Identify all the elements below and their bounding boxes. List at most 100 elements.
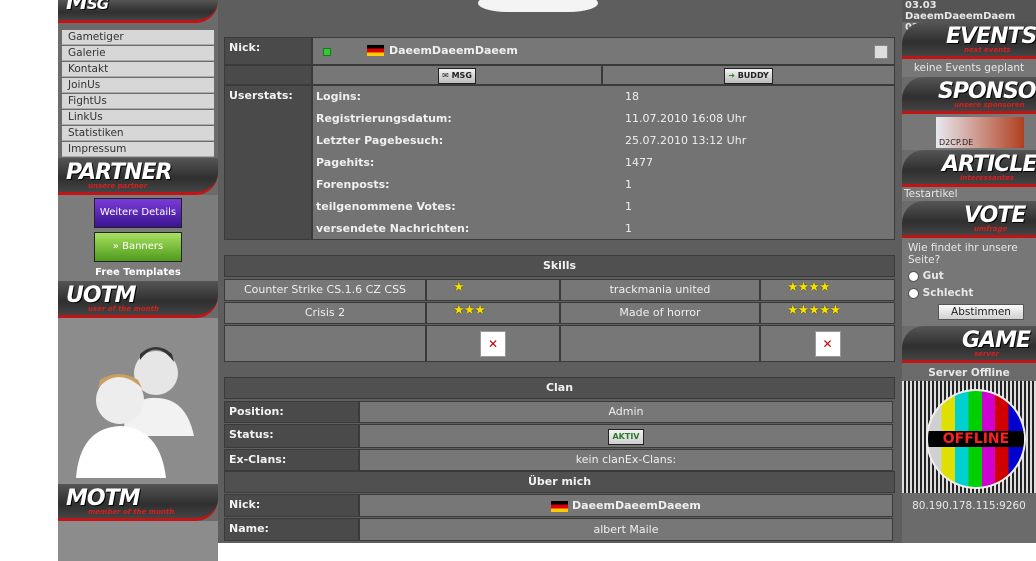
uotm-subtitle: user of the month bbox=[88, 305, 160, 313]
status-badge-label: AKTIV bbox=[612, 432, 640, 441]
stat-label: Logins: bbox=[316, 90, 361, 103]
userstats-label: Userstats: bbox=[224, 85, 312, 240]
about-name-label: Name: bbox=[224, 518, 359, 541]
partner-header: PARTNER unsere partner bbox=[58, 158, 218, 195]
stat-value: 25.07.2010 13:12 Uhr bbox=[625, 134, 747, 147]
about-nick-value: DaeemDaeemDaeem bbox=[359, 494, 893, 517]
vote-option-label: Schlecht bbox=[922, 287, 974, 299]
skill-game-3: Crisis 2 bbox=[224, 302, 426, 324]
buddy-button[interactable]: ➜ BUDDY bbox=[724, 68, 773, 84]
server-ip: 80.190.178.115:9260 bbox=[912, 500, 1026, 512]
game-subtitle: server bbox=[974, 350, 1000, 358]
events-text: keine Events geplant bbox=[902, 59, 1036, 77]
nav-item-kontakt[interactable]: Kontakt bbox=[62, 62, 214, 77]
stat-value: 1 bbox=[625, 178, 632, 191]
details-banner[interactable]: Weitere Details bbox=[94, 198, 182, 228]
stat-row: Registrierungsdatum: 11.07.2010 16:08 Uhr bbox=[313, 108, 894, 130]
server-offline-image: OFFLINE bbox=[902, 381, 1036, 493]
userstats-table: Logins: 18 Registrierungsdatum: 11.07.2010 … bbox=[312, 85, 895, 240]
stat-label: Pagehits: bbox=[316, 156, 375, 169]
banners-banner[interactable]: » Banners bbox=[94, 232, 182, 262]
motm-subtitle: member of the month bbox=[88, 508, 175, 516]
uotm-avatar[interactable] bbox=[58, 318, 218, 484]
about-name-value: albert Maile bbox=[359, 518, 893, 541]
stat-row: Forenposts: 1 bbox=[313, 174, 894, 196]
mail-icon: ✉ bbox=[442, 71, 452, 80]
nav-item-statistiken[interactable]: Statistiken bbox=[62, 126, 214, 141]
arrow-icon: ➜ bbox=[728, 71, 738, 80]
articles-subtitle: interessantes bbox=[960, 174, 1014, 182]
position-value: Admin bbox=[359, 401, 893, 423]
status-value: AKTIV bbox=[359, 424, 893, 448]
stat-value: 18 bbox=[625, 90, 639, 103]
vote-question: Wie findet ihr unsere Seite? bbox=[908, 242, 1018, 266]
nav-item-joinus[interactable]: JoinUs bbox=[62, 78, 214, 93]
status-label: Status: bbox=[224, 424, 359, 448]
stat-value: 11.07.2010 16:08 Uhr bbox=[625, 112, 747, 125]
skill-game-4: Made of horror bbox=[560, 302, 760, 324]
right-sidebar: 03.03 DaeemDaeemDaem 02.07 asdfsd EVENTS… bbox=[902, 0, 1036, 543]
partner-subtitle: unsere partner bbox=[88, 182, 148, 190]
stat-label: Registrierungsdatum: bbox=[316, 112, 452, 125]
star-icons: ★★★ bbox=[453, 303, 486, 318]
stat-label: teilgenommene Votes: bbox=[316, 200, 456, 213]
skill-game-1: Counter Strike CS.1.6 CZ CSS bbox=[224, 279, 426, 301]
stat-row: teilgenommene Votes: 1 bbox=[313, 196, 894, 218]
partner-box: Weitere Details » Banners Free Templates bbox=[58, 195, 218, 281]
motm-header: MOTM member of the month bbox=[58, 484, 218, 521]
position-label: Position: bbox=[224, 401, 359, 423]
user-avatar-icon bbox=[76, 347, 194, 478]
stat-value: 1477 bbox=[625, 156, 653, 169]
status-badge: AKTIV bbox=[608, 429, 644, 445]
skills-title: Skills bbox=[224, 255, 895, 277]
nav-item-impressum[interactable]: Impressum bbox=[62, 142, 214, 157]
buddy-button-label: BUDDY bbox=[737, 71, 769, 80]
radio-icon[interactable] bbox=[908, 270, 919, 282]
stat-value: 1 bbox=[625, 200, 632, 213]
about-title: Über mich bbox=[224, 471, 895, 493]
articles-header: ARTICLES interessantes bbox=[902, 150, 1036, 187]
left-sidebar: MSG Gametiger Galerie Kontakt JoinUs Fig… bbox=[58, 0, 218, 561]
free-templates-label: Free Templates bbox=[95, 267, 181, 278]
stat-row: Pagehits: 1477 bbox=[313, 152, 894, 174]
vote-option-gut[interactable]: Gut bbox=[908, 270, 944, 282]
vote-box: Wie findet ihr unsere Seite? Gut Schlech… bbox=[902, 238, 1036, 326]
server-status: Server Offline bbox=[928, 367, 1010, 379]
sponsor-banner[interactable]: D2CP.DE bbox=[936, 117, 1024, 148]
match-item[interactable]: 03.03 DaeemDaeemDaem bbox=[905, 0, 1033, 22]
stat-row: Letzter Pagebesuch: 25.07.2010 13:12 Uhr bbox=[313, 130, 894, 152]
events-header: EVENTS next events bbox=[902, 22, 1036, 59]
stat-label: Letzter Pagebesuch: bbox=[316, 134, 444, 147]
stat-label: Forenposts: bbox=[316, 178, 390, 191]
nav-item-fightus[interactable]: FightUs bbox=[62, 94, 214, 109]
skill-image-cell: ✕ bbox=[760, 325, 895, 362]
nick-row: DaeemDaeemDaeem bbox=[312, 37, 895, 65]
top-logo bbox=[478, 0, 598, 12]
profile-nick: DaeemDaeemDaeem bbox=[389, 44, 518, 57]
vote-submit-button[interactable]: Abstimmen bbox=[938, 304, 1024, 320]
edit-icon[interactable] bbox=[874, 45, 888, 59]
broken-image-icon: ✕ bbox=[814, 331, 841, 357]
radio-icon[interactable] bbox=[908, 287, 919, 299]
top-section-header: MSG bbox=[58, 0, 218, 23]
nick-label: Nick: bbox=[224, 37, 312, 65]
article-item[interactable]: Testartikel bbox=[902, 187, 1036, 201]
skill-rating-1: ★ bbox=[426, 279, 560, 301]
skill-rating-4: ★★★★★ bbox=[760, 302, 895, 324]
skill-empty-cell bbox=[224, 325, 426, 362]
skill-empty-cell bbox=[560, 325, 760, 362]
vote-option-schlecht[interactable]: Schlecht bbox=[908, 287, 973, 299]
game-box: Server Offline OFFLINE 80.190.178.115:92… bbox=[902, 363, 1036, 523]
nav-item-gametiger[interactable]: Gametiger bbox=[62, 30, 214, 45]
flag-de-icon bbox=[551, 500, 569, 512]
msg-button[interactable]: ✉ MSG bbox=[438, 68, 476, 84]
clan-title: Clan bbox=[224, 377, 895, 399]
broken-image-icon: ✕ bbox=[480, 331, 506, 357]
match-date: 03.03 bbox=[905, 0, 937, 11]
skill-image-cell: ✕ bbox=[426, 325, 560, 362]
nav-item-galerie[interactable]: Galerie bbox=[62, 46, 214, 61]
about-nick-label: Nick: bbox=[224, 494, 359, 517]
nav-item-linkus[interactable]: LinkUs bbox=[62, 110, 214, 125]
skill-game-2: trackmania united bbox=[560, 279, 760, 301]
exclans-value: kein clanEx-Clans: bbox=[359, 449, 893, 471]
